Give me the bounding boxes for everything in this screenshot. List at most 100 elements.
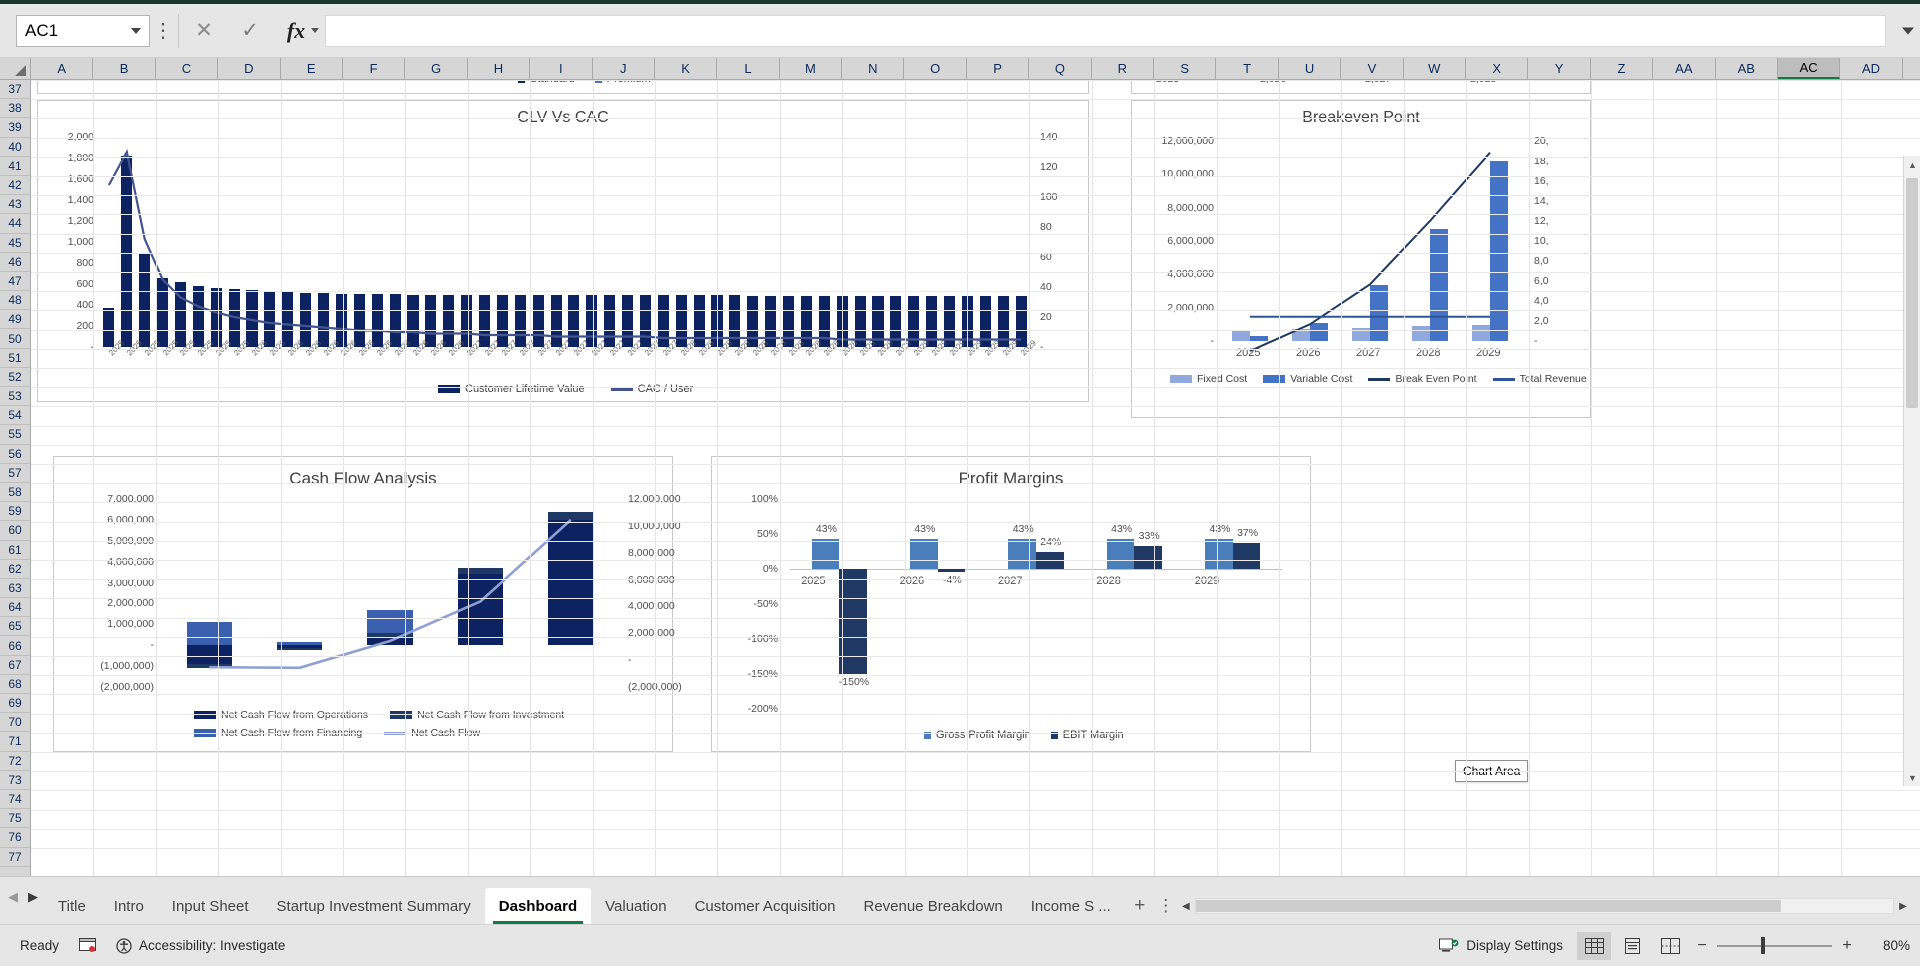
sheet-tab-input-sheet[interactable]: Input Sheet: [158, 888, 263, 924]
row-header-51[interactable]: 51: [0, 349, 30, 368]
first-sheet-icon[interactable]: ◀: [8, 889, 18, 905]
row-header-57[interactable]: 57: [0, 464, 30, 483]
scroll-down-icon[interactable]: ▼: [1904, 769, 1920, 786]
zoom-in-button[interactable]: +: [1836, 937, 1858, 955]
row-header-42[interactable]: 42: [0, 176, 30, 196]
column-header-m[interactable]: M: [780, 58, 843, 79]
row-header-47[interactable]: 47: [0, 272, 30, 292]
select-all-corner[interactable]: [0, 58, 31, 79]
row-header-59[interactable]: 59: [0, 502, 30, 522]
row-header-60[interactable]: 60: [0, 521, 30, 541]
row-header-72[interactable]: 72: [0, 752, 30, 771]
column-header-p[interactable]: P: [967, 58, 1030, 79]
row-header-66[interactable]: 66: [0, 636, 30, 656]
column-header-x[interactable]: X: [1466, 58, 1529, 79]
expand-formula-bar-icon[interactable]: [1902, 27, 1914, 34]
vertical-scroll-thumb[interactable]: [1906, 178, 1918, 408]
row-header-39[interactable]: 39: [0, 118, 30, 138]
chart-clipped-top-left[interactable]: Standard Premium: [37, 80, 1089, 94]
column-header-n[interactable]: N: [842, 58, 905, 79]
row-header-76[interactable]: 76: [0, 828, 30, 848]
column-header-w[interactable]: W: [1404, 58, 1466, 79]
sheet-tab-dashboard[interactable]: Dashboard: [484, 888, 592, 924]
chart-profit-margins[interactable]: Profit Margins -200% -150% -100% -50% 0% 50% 1…: [711, 456, 1311, 752]
horizontal-scrollbar[interactable]: [1194, 898, 1894, 914]
legend-item[interactable]: Gross Profit Margin: [924, 729, 1031, 741]
zoom-out-button[interactable]: −: [1691, 937, 1713, 955]
column-header-k[interactable]: K: [655, 58, 718, 79]
formula-input[interactable]: [325, 14, 1886, 47]
row-header-70[interactable]: 70: [0, 713, 30, 733]
name-box[interactable]: AC1: [16, 14, 150, 47]
chevron-down-icon[interactable]: [311, 28, 319, 33]
row-header-48[interactable]: 48: [0, 291, 30, 311]
column-header-ab[interactable]: AB: [1716, 58, 1778, 79]
vertical-scrollbar[interactable]: ▲ ▼: [1903, 156, 1920, 786]
column-header-l[interactable]: L: [717, 58, 780, 79]
column-header-o[interactable]: O: [904, 58, 967, 79]
column-header-d[interactable]: D: [218, 58, 281, 79]
row-header-75[interactable]: 75: [0, 809, 30, 829]
row-header-49[interactable]: 49: [0, 310, 30, 330]
confirm-entry-icon[interactable]: ✓: [227, 14, 273, 48]
column-header-z[interactable]: Z: [1591, 58, 1654, 79]
row-header-53[interactable]: 53: [0, 387, 30, 407]
add-sheet-button[interactable]: +: [1125, 888, 1155, 924]
legend-item[interactable]: Total Revenue: [1492, 373, 1587, 385]
row-header-43[interactable]: 43: [0, 195, 30, 215]
row-header-40[interactable]: 40: [0, 138, 30, 157]
row-header-45[interactable]: 45: [0, 234, 30, 253]
row-header-58[interactable]: 58: [0, 483, 30, 503]
column-header-e[interactable]: E: [281, 58, 343, 79]
row-header-50[interactable]: 50: [0, 329, 30, 349]
chart-cash-flow-analysis[interactable]: Cash Flow Analysis (2,000,000) (1,000,000…: [53, 456, 682, 752]
legend-item[interactable]: CAC / User: [610, 383, 693, 395]
zoom-slider-handle[interactable]: [1760, 937, 1765, 954]
chart-breakeven-point[interactable]: Breakeven Point -2,000,000 4,000,000 6,000…: [1131, 100, 1591, 418]
column-header-q[interactable]: Q: [1029, 58, 1092, 79]
zoom-slider[interactable]: [1717, 937, 1832, 955]
row-header-77[interactable]: 77: [0, 848, 30, 867]
row-header-68[interactable]: 68: [0, 675, 30, 694]
page-break-view-button[interactable]: [1653, 932, 1687, 960]
sheet-tab-startup-investment-summary[interactable]: Startup Investment Summary: [263, 888, 485, 924]
row-header-61[interactable]: 61: [0, 541, 30, 560]
display-settings-button[interactable]: Display Settings: [1429, 938, 1573, 954]
column-header-i[interactable]: I: [530, 58, 593, 79]
legend-item[interactable]: EBIT Margin: [1050, 729, 1124, 741]
accessibility-status[interactable]: Accessibility: Investigate: [106, 937, 295, 954]
sheet-tab-customer-acquisition[interactable]: Customer Acquisition: [681, 888, 850, 924]
page-layout-view-button[interactable]: [1615, 932, 1649, 960]
column-header-s[interactable]: S: [1154, 58, 1217, 79]
row-header-62[interactable]: 62: [0, 560, 30, 579]
column-header-h[interactable]: H: [468, 58, 531, 79]
column-header-t[interactable]: T: [1216, 58, 1279, 79]
column-header-ad[interactable]: AD: [1840, 58, 1903, 79]
row-header-63[interactable]: 63: [0, 579, 30, 599]
row-header-41[interactable]: 41: [0, 157, 30, 176]
scroll-left-icon[interactable]: ◀: [1177, 901, 1195, 912]
scroll-up-icon[interactable]: ▲: [1904, 156, 1920, 173]
sheet-tabs-overflow-icon[interactable]: ⋮: [1155, 888, 1177, 924]
legend-item[interactable]: Variable Cost: [1263, 373, 1352, 385]
row-header-56[interactable]: 56: [0, 445, 30, 464]
sheet-tab-income-s[interactable]: Income S ...: [1017, 888, 1125, 924]
sheet-canvas[interactable]: Standard Premium 2025 2,026 2,027 2,028 …: [31, 80, 1920, 876]
legend-item[interactable]: Break Even Point: [1368, 373, 1477, 385]
scroll-right-icon[interactable]: ▶: [1894, 901, 1912, 912]
horizontal-scroll-thumb[interactable]: [1195, 900, 1782, 912]
column-header-b[interactable]: B: [93, 58, 156, 79]
sheet-tab-revenue-breakdown[interactable]: Revenue Breakdown: [849, 888, 1016, 924]
row-header-71[interactable]: 71: [0, 732, 30, 752]
next-sheet-icon[interactable]: ▶: [28, 889, 38, 905]
column-header-r[interactable]: R: [1092, 58, 1155, 79]
legend-item[interactable]: Net Cash Flow from Investment: [390, 709, 564, 721]
legend-item[interactable]: Fixed Cost: [1170, 373, 1247, 385]
sheet-tab-title[interactable]: Title: [44, 888, 100, 924]
row-header-73[interactable]: 73: [0, 771, 30, 790]
row-header-69[interactable]: 69: [0, 694, 30, 714]
column-header-v[interactable]: V: [1341, 58, 1404, 79]
row-header-52[interactable]: 52: [0, 368, 30, 387]
row-header-64[interactable]: 64: [0, 598, 30, 618]
column-header-y[interactable]: Y: [1528, 58, 1591, 79]
